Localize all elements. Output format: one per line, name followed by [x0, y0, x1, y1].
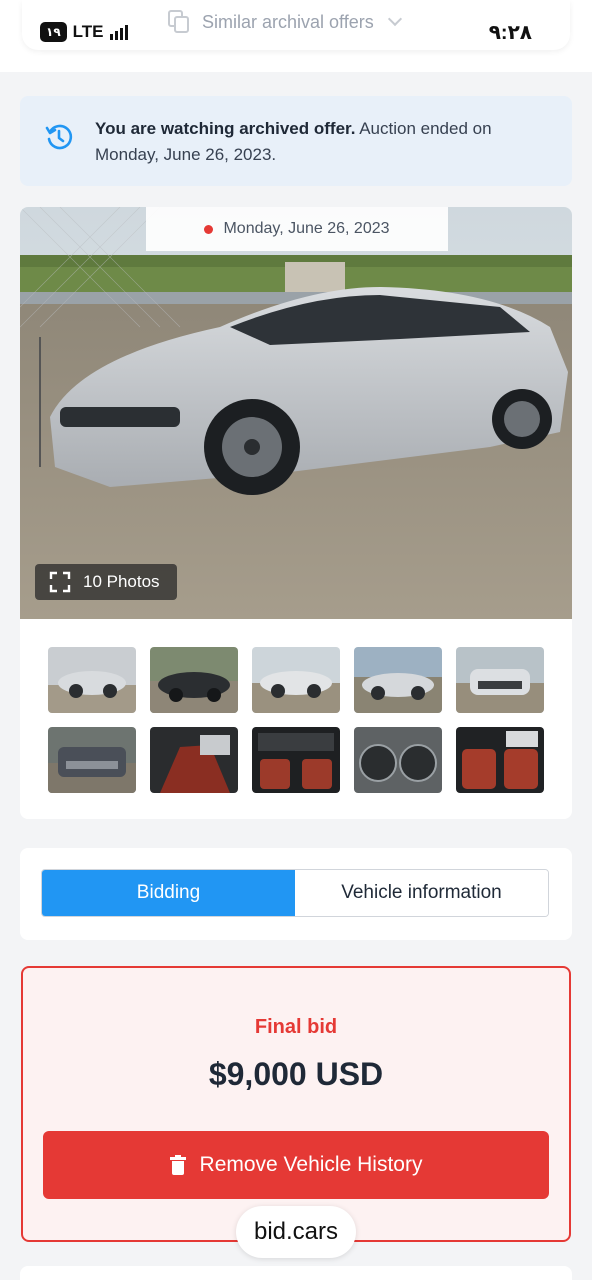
similar-offers-label: Similar archival offers [202, 11, 374, 32]
thumbnail[interactable] [150, 647, 238, 713]
tab-vehicle-information[interactable]: Vehicle information [295, 870, 548, 916]
top-bar: ۱۹ LTE Similar archival offers ۹:۲۸ [0, 0, 592, 72]
trash-icon [169, 1155, 186, 1175]
final-bid-card: Final bid $9,000 USD Remove Vehicle Hist… [21, 966, 571, 1242]
final-bid-label: Final bid [254, 1016, 338, 1038]
car-photo [20, 207, 572, 619]
remove-vehicle-history-button[interactable]: Remove Vehicle History [43, 1131, 549, 1199]
fullscreen-icon [49, 571, 71, 593]
thumbnail[interactable] [456, 727, 544, 793]
photos-button[interactable]: 10 Photos [35, 564, 177, 600]
auction-date-tag: Monday, June 26, 2023 [146, 207, 448, 251]
status-left: ۱۹ LTE [40, 22, 128, 42]
notice-text: You are watching archived offer. Auction… [95, 116, 535, 168]
main-photo[interactable]: Monday, June 26, 2023 10 Photos [20, 207, 572, 619]
network-label: LTE [72, 22, 104, 41]
tab-bar: Bidding Vehicle information [41, 869, 549, 917]
thumbnail-grid [48, 647, 544, 793]
thumbnail[interactable] [150, 727, 238, 793]
thumbnail[interactable] [354, 727, 442, 793]
auction-date: Monday, June 26, 2023 [223, 220, 390, 237]
battery-indicator: ۱۹ [40, 22, 67, 42]
tabs-card: Bidding Vehicle information [20, 848, 572, 940]
history-icon [45, 124, 73, 150]
notice-bold: You are watching archived offer. [95, 119, 356, 138]
status-time: ۹:۲۸ [488, 22, 532, 44]
signal-icon [109, 24, 128, 40]
tab-bidding[interactable]: Bidding [42, 870, 295, 916]
final-bid-amount: $9,000 USD [208, 1056, 384, 1092]
remove-button-label: Remove Vehicle History [199, 1153, 423, 1176]
thumbnail[interactable] [456, 647, 544, 713]
copy-icon [168, 10, 190, 34]
thumbnail[interactable] [252, 647, 340, 713]
thumbnail[interactable] [252, 727, 340, 793]
thumbnail[interactable] [354, 647, 442, 713]
similar-offers-dropdown[interactable]: Similar archival offers [168, 10, 402, 34]
photo-gallery: Monday, June 26, 2023 10 Photos [20, 207, 572, 819]
chevron-down-icon [387, 11, 402, 27]
brand-logo[interactable]: bid.cars [236, 1206, 356, 1258]
next-card-edge [20, 1266, 572, 1280]
thumbnail[interactable] [48, 727, 136, 793]
archived-notice: You are watching archived offer. Auction… [20, 96, 572, 186]
photos-count-label: 10 Photos [83, 572, 160, 591]
status-dot-icon [204, 224, 214, 234]
thumbnail[interactable] [48, 647, 136, 713]
